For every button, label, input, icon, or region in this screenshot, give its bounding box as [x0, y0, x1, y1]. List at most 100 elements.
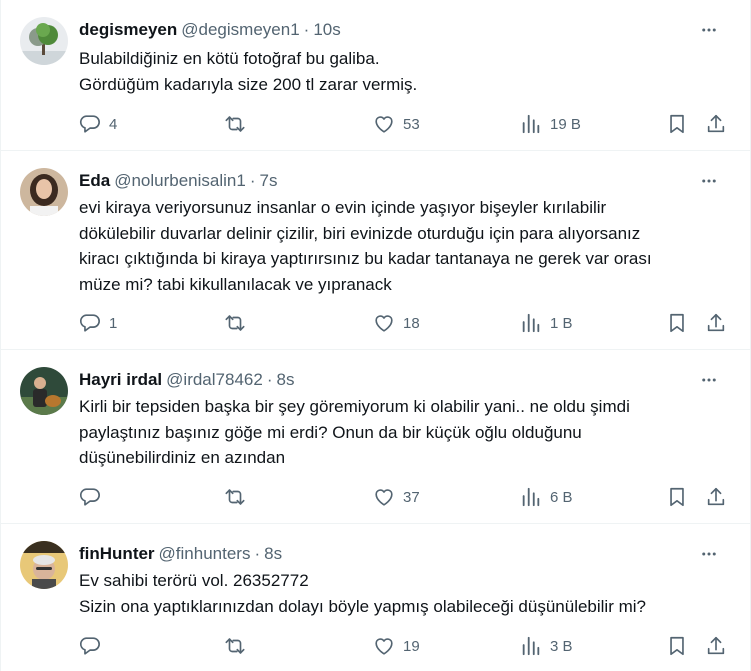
reply-icon: [79, 488, 100, 506]
bookmark-button[interactable]: [666, 312, 688, 334]
tweet-text-line: dökülebilir duvarlar delinir çizilir, bi…: [79, 223, 641, 243]
user-handle[interactable]: @degismeyen1: [181, 20, 299, 39]
like-count: 37: [403, 488, 420, 506]
like-button[interactable]: 19: [373, 635, 420, 657]
timestamp[interactable]: 8s: [264, 544, 282, 563]
share-button[interactable]: [705, 312, 727, 334]
tweet-text: Bulabildiğiniz en kötü fotoğraf bu galib…: [79, 46, 726, 97]
view-count: 3 B: [550, 637, 573, 655]
reply-button[interactable]: [79, 486, 109, 508]
reply-count: 4: [109, 115, 118, 133]
views-icon: [522, 313, 540, 333]
tweet-text: evi kiraya veriyorsunuz insanlar o evin …: [79, 195, 726, 297]
tweet-header: finHunter @finhunters · 8s: [79, 543, 734, 565]
views-icon: [522, 636, 540, 656]
reply-button[interactable]: [79, 635, 109, 657]
bookmark-icon: [670, 313, 684, 333]
like-button[interactable]: 53: [373, 113, 420, 135]
avatar[interactable]: [20, 168, 68, 216]
view-count: 1 B: [550, 314, 573, 332]
like-button[interactable]: 18: [373, 312, 420, 334]
tweet-text-line: Gördüğüm kadarıyla size 200 tl zarar ver…: [79, 74, 418, 94]
heart-icon: [375, 489, 393, 506]
retweet-icon: [225, 489, 245, 505]
tweet-header: Eda @nolurbenisalin1 · 7s: [79, 170, 734, 192]
heart-icon: [375, 315, 393, 332]
bookmark-button[interactable]: [666, 113, 688, 135]
retweet-icon: [225, 638, 245, 654]
heart-icon: [375, 116, 393, 133]
timestamp[interactable]: 10s: [313, 20, 340, 39]
tweet-text-line: paylaştınız başınız göğe mi erdi? Onun d…: [79, 422, 582, 442]
separator-dot: ·: [303, 20, 310, 39]
user-handle[interactable]: @nolurbenisalin1: [114, 171, 246, 190]
separator-dot: ·: [254, 544, 261, 563]
tweet-text-line: Kirli bir tepsiden başka bir şey göremiy…: [79, 397, 630, 416]
timestamp[interactable]: 7s: [259, 171, 277, 190]
bookmark-button[interactable]: [666, 486, 688, 508]
tweet-text: Ev sahibi terörü vol. 26352772 Sizin ona…: [79, 568, 726, 619]
tweet-text: Kirli bir tepsiden başka bir şey göremiy…: [79, 394, 726, 471]
heart-icon: [375, 638, 393, 655]
like-count: 19: [403, 637, 420, 655]
views-button[interactable]: 19 B: [520, 113, 581, 135]
avatar[interactable]: [20, 17, 68, 65]
retweet-button[interactable]: [224, 312, 254, 334]
tweet-header: degismeyen @degismeyen1 · 10s: [79, 19, 734, 41]
tweet[interactable]: Eda @nolurbenisalin1 · 7s evi kiraya veriyo…: [1, 151, 750, 350]
views-icon: [522, 114, 540, 134]
views-button[interactable]: 1 B: [520, 312, 573, 334]
more-icon[interactable]: [694, 19, 724, 41]
tweet-actions: 4 53 19 B: [79, 113, 734, 135]
timestamp[interactable]: 8s: [276, 370, 294, 389]
bookmark-icon: [670, 487, 684, 507]
reply-icon: [79, 115, 100, 133]
tweet-actions: 19 3 B: [79, 635, 734, 657]
retweet-button[interactable]: [224, 113, 254, 135]
avatar[interactable]: [20, 367, 68, 415]
user-handle[interactable]: @irdal78462: [166, 370, 263, 389]
tweet-text-line: kiracı çıktığında bi kiraya yaptırırsını…: [79, 249, 652, 268]
user-handle[interactable]: @finhunters: [159, 544, 251, 563]
reply-button[interactable]: 4: [79, 113, 117, 135]
share-button[interactable]: [705, 113, 727, 135]
tweet[interactable]: finHunter @finhunters · 8s Ev sahibi terörü…: [1, 524, 750, 671]
reply-button[interactable]: 1: [79, 312, 117, 334]
display-name[interactable]: Eda: [79, 171, 110, 190]
display-name[interactable]: finHunter: [79, 544, 155, 563]
retweet-button[interactable]: [224, 486, 254, 508]
share-icon: [707, 313, 725, 332]
tweet-header: Hayri irdal @irdal78462 · 8s: [79, 369, 734, 391]
more-icon[interactable]: [694, 170, 724, 192]
tweet-text-line: Sizin ona yaptıklarınızdan dolayı böyle …: [79, 596, 646, 616]
share-icon: [707, 487, 725, 506]
more-icon[interactable]: [694, 543, 724, 565]
bookmark-button[interactable]: [666, 635, 688, 657]
retweet-icon: [225, 315, 245, 331]
view-count: 6 B: [550, 488, 573, 506]
avatar[interactable]: [20, 541, 68, 589]
retweet-icon: [225, 116, 245, 132]
tweet-actions: 1 18 1 B: [79, 312, 734, 334]
tweet[interactable]: Hayri irdal @irdal78462 · 8s Kirli bir teps…: [1, 350, 750, 524]
share-icon: [707, 636, 725, 655]
tweet[interactable]: degismeyen @degismeyen1 · 10s Bulabildiğini…: [1, 0, 750, 151]
views-button[interactable]: 3 B: [520, 635, 573, 657]
retweet-button[interactable]: [224, 635, 254, 657]
share-button[interactable]: [705, 486, 727, 508]
reply-icon: [79, 314, 100, 332]
separator-dot: ·: [249, 171, 256, 190]
reply-count: 1: [109, 314, 118, 332]
like-count: 53: [403, 115, 420, 133]
bookmark-icon: [670, 114, 684, 134]
display-name[interactable]: degismeyen: [79, 20, 177, 39]
more-icon[interactable]: [694, 369, 724, 391]
share-button[interactable]: [705, 635, 727, 657]
tweet-text-line: Bulabildiğiniz en kötü fotoğraf bu galib…: [79, 49, 380, 68]
views-button[interactable]: 6 B: [520, 486, 573, 508]
view-count: 19 B: [550, 115, 581, 133]
tweet-text-line: Ev sahibi terörü vol. 26352772: [79, 571, 309, 590]
tweet-text-line: düşünebilirdiniz en azından: [79, 448, 286, 467]
display-name[interactable]: Hayri irdal: [79, 370, 162, 389]
like-button[interactable]: 37: [373, 486, 420, 508]
